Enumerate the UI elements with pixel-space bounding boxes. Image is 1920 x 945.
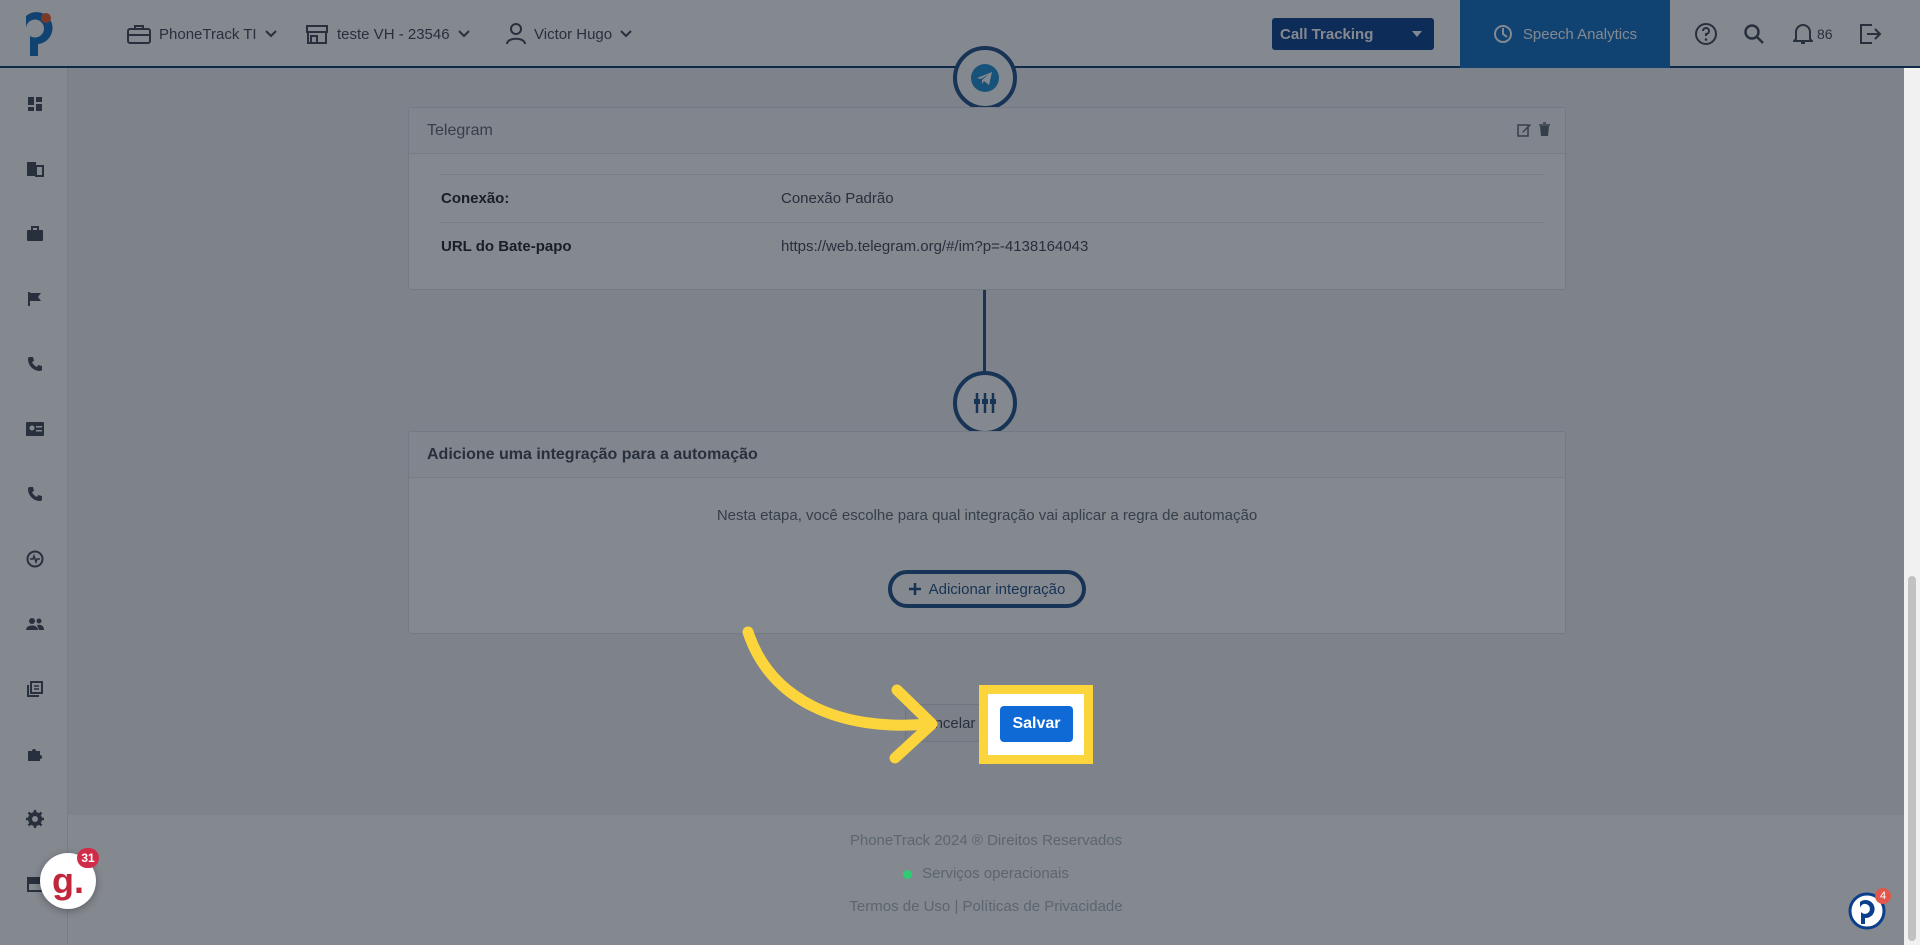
notifications-button[interactable]: 86 (1793, 20, 1833, 48)
table-row: URL do Bate-papo https://web.telegram.or… (439, 222, 1545, 270)
sidebar-item-library[interactable] (24, 678, 46, 700)
trash-icon[interactable] (1538, 122, 1551, 137)
pulse-icon (26, 550, 44, 568)
account-selector[interactable]: PhoneTrack TI (127, 20, 277, 48)
copyright-text: PhoneTrack 2024 ® Direitos Reservados (849, 832, 1123, 849)
save-button[interactable]: Salvar (1000, 706, 1073, 742)
g-widget-count: 31 (77, 848, 99, 868)
telegram-card-header: Telegram (409, 108, 1565, 154)
user-icon (506, 23, 526, 45)
sidebar (0, 68, 68, 945)
product-select[interactable]: Call Tracking (1272, 18, 1434, 50)
chevron-down-icon (620, 30, 632, 38)
plug-icon (974, 393, 996, 413)
search-icon[interactable] (1743, 20, 1765, 48)
sidebar-item-contacts[interactable] (24, 418, 46, 440)
sidebar-item-settings[interactable] (24, 808, 46, 830)
add-integration-label: Adicionar integração (928, 580, 1066, 598)
store-selector[interactable]: teste VH - 23546 (305, 20, 470, 48)
sidebar-item-accounts[interactable] (24, 223, 46, 245)
connection-value: Conexão Padrão (781, 190, 894, 207)
page-scrollbar[interactable] (1904, 68, 1920, 945)
puzzle-icon (28, 749, 42, 761)
chevron-down-icon (264, 30, 277, 38)
users-icon (26, 618, 44, 630)
chat-url-value: https://web.telegram.org/#/im?p=-4138164… (781, 238, 1089, 255)
chevron-down-icon (457, 30, 470, 38)
store-name: teste VH - 23546 (337, 25, 450, 43)
sidebar-item-phone-numbers[interactable] (24, 483, 46, 505)
logout-icon[interactable] (1858, 20, 1882, 48)
integration-description: Nesta etapa, você escolhe para qual inte… (716, 507, 1258, 524)
sidebar-item-users[interactable] (24, 613, 46, 635)
speech-analytics-icon (1493, 25, 1512, 43)
bell-icon (1793, 24, 1813, 44)
telegram-node (953, 46, 1017, 110)
tutorial-arrow-icon (742, 626, 938, 764)
user-name: Victor Hugo (534, 25, 613, 43)
product-select-value: Call Tracking (1280, 25, 1374, 43)
help-icon[interactable] (1694, 20, 1718, 48)
flag-icon (28, 292, 41, 306)
speech-analytics-tab[interactable]: Speech Analytics (1460, 0, 1670, 68)
speech-analytics-label: Speech Analytics (1522, 25, 1638, 43)
library-icon (27, 681, 43, 697)
scrollbar-thumb[interactable] (1908, 576, 1916, 941)
sidebar-item-campaigns[interactable] (24, 288, 46, 310)
telegram-card: Telegram Conexão: Conexão Padrão URL do … (408, 107, 1566, 290)
settings-icon (26, 810, 44, 828)
caret-down-icon (1412, 31, 1422, 37)
chat-widget-count: 4 (1875, 888, 1891, 904)
telegram-icon (971, 64, 999, 92)
account-name: PhoneTrack TI (159, 25, 257, 43)
plus-icon (908, 583, 921, 595)
phone-icon (28, 487, 42, 501)
sidebar-item-monitoring[interactable] (24, 548, 46, 570)
contact-card-icon (26, 422, 44, 436)
sidebar-item-calls[interactable] (24, 353, 46, 375)
sidebar-item-dashboard[interactable] (24, 93, 46, 115)
briefcase-icon (127, 25, 151, 44)
sidebar-item-integrations[interactable] (24, 743, 46, 765)
briefcase-icon (27, 226, 43, 241)
connection-label: Conexão: (441, 190, 510, 207)
status-dot-icon (903, 869, 913, 879)
service-status: Serviços operacionais (68, 865, 1904, 882)
sidebar-item-companies[interactable] (24, 158, 46, 180)
phone-icon (28, 357, 42, 371)
integration-node (953, 371, 1017, 435)
chat-url-label: URL do Bate-papo (441, 238, 572, 255)
building-icon (27, 162, 44, 177)
service-status-text: Serviços operacionais (922, 865, 1069, 882)
add-integration-button[interactable]: Adicionar integração (888, 570, 1086, 608)
table-row: Conexão: Conexão Padrão (439, 174, 1545, 222)
notifications-count: 86 (1817, 26, 1833, 42)
integration-card: Adicione uma integração para a automação… (408, 431, 1566, 634)
store-icon (306, 25, 328, 44)
phonetrack-logo[interactable] (20, 10, 60, 58)
edit-icon[interactable] (1517, 122, 1532, 137)
telegram-card-title: Telegram (427, 121, 493, 139)
card-actions (1517, 122, 1551, 137)
user-selector[interactable]: Victor Hugo (506, 20, 632, 48)
g-widget-letter: g. (52, 860, 84, 901)
footer-links[interactable]: Termos de Uso | Políticas de Privacidade (68, 898, 1904, 915)
integration-card-header: Adicione uma integração para a automação (409, 432, 1565, 478)
save-button-label: Salvar (1012, 715, 1061, 732)
dashboard-icon (28, 97, 42, 111)
integration-card-title: Adicione uma integração para a automação (427, 445, 758, 463)
